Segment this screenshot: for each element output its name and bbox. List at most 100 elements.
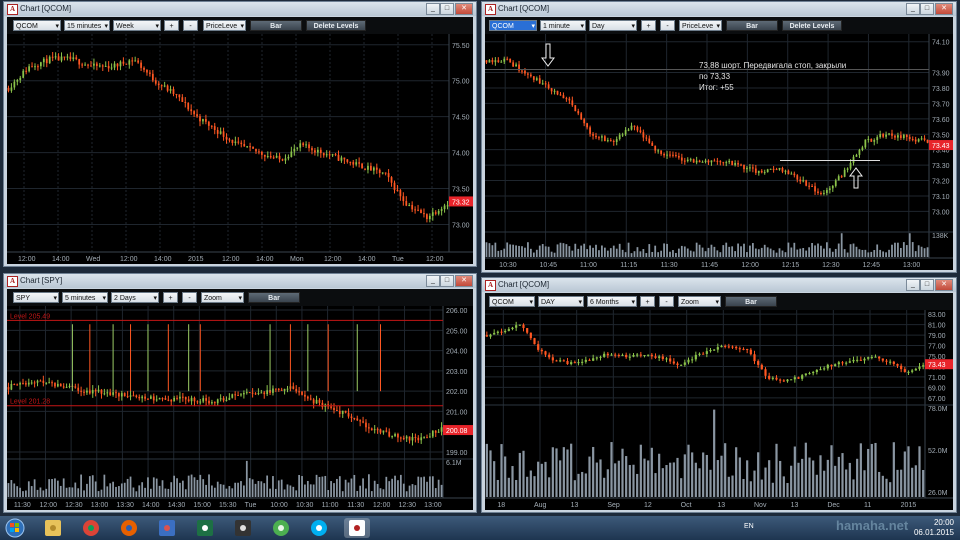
taskbar-app-explorer-folder[interactable]: [40, 518, 66, 538]
candle-body: [33, 382, 36, 384]
close-button[interactable]: ✕: [455, 3, 473, 15]
zoom-out-button[interactable]: -: [183, 20, 198, 31]
candle-body: [115, 392, 117, 394]
zoom-out-button[interactable]: -: [182, 292, 197, 303]
candle-body: [753, 354, 756, 362]
taskbar-app-firefox[interactable]: [116, 518, 142, 538]
symbol-select[interactable]: QCOM: [489, 296, 535, 307]
window-titlebar[interactable]: A Chart [QCOM] _ □ ✕: [482, 278, 956, 292]
candle-body: [588, 359, 591, 361]
candle-body: [158, 398, 161, 400]
bar-button[interactable]: Bar: [725, 296, 777, 307]
bar-button[interactable]: Bar: [248, 292, 300, 303]
close-button[interactable]: ✕: [935, 279, 953, 291]
zoom-out-button[interactable]: -: [659, 296, 674, 307]
mode-select[interactable]: Zoom: [201, 292, 244, 303]
language-indicator[interactable]: EN: [744, 523, 754, 530]
symbol-select[interactable]: QCOM: [489, 20, 537, 31]
volume-bar: [772, 250, 775, 257]
volume-bar: [45, 488, 48, 497]
zoom-in-button[interactable]: +: [163, 292, 178, 303]
candle-body: [831, 185, 834, 189]
period-select[interactable]: Week: [113, 20, 161, 31]
price-chart[interactable]: 83.0081.0079.0077.0075.0073.0071.0069.00…: [485, 310, 953, 510]
volume-bar: [903, 451, 906, 497]
window-titlebar[interactable]: A Chart [QCOM] _ □ ✕: [4, 2, 476, 16]
volume-bar: [592, 247, 594, 257]
time-tick-label: 12:15: [782, 262, 800, 269]
delete-levels-button[interactable]: Delete Levels: [306, 20, 366, 31]
window-titlebar[interactable]: A Chart [QCOM] _ □ ✕: [482, 2, 956, 16]
interval-select[interactable]: 5 minutes: [62, 292, 108, 303]
window-titlebar[interactable]: A Chart [SPY] _ □ ✕: [4, 274, 476, 288]
price-chart[interactable]: 206.00 205.00 204.00 203.00 202.00 201.00 199.…: [7, 306, 473, 510]
minimize-button[interactable]: _: [906, 279, 920, 291]
zoom-in-button[interactable]: +: [641, 20, 656, 31]
candle-body: [144, 396, 146, 399]
candle-body: [698, 353, 701, 355]
close-button[interactable]: ✕: [455, 275, 473, 287]
minimize-button[interactable]: _: [906, 3, 920, 15]
taskbar-app-chrome[interactable]: [78, 518, 104, 538]
maximize-button[interactable]: □: [440, 3, 454, 15]
candle-body: [589, 127, 591, 134]
volume-bar: [324, 475, 327, 497]
maximize-button[interactable]: □: [440, 275, 454, 287]
interval-select[interactable]: DAY: [538, 296, 584, 307]
delete-levels-button[interactable]: Delete Levels: [782, 20, 842, 31]
symbol-select[interactable]: QCOM: [13, 20, 61, 31]
candle-body: [680, 364, 683, 366]
system-clock[interactable]: 20:00 06.01.2015: [914, 518, 954, 538]
period-select[interactable]: 2 Days: [111, 292, 159, 303]
bar-button[interactable]: Bar: [250, 20, 302, 31]
symbol-select[interactable]: SPY: [13, 292, 59, 303]
chart-canvas[interactable]: 83.0081.0079.0077.0075.0073.0071.0069.00…: [485, 310, 953, 510]
volume-bar: [754, 248, 757, 257]
volume-bar: [33, 479, 36, 497]
mode-select[interactable]: PriceLeve: [203, 20, 246, 31]
candle-body: [509, 58, 512, 63]
candle-body: [28, 66, 30, 72]
bar-button[interactable]: Bar: [726, 20, 778, 31]
taskbar-app-excel[interactable]: [192, 518, 218, 538]
chart-canvas[interactable]: 206.00 205.00 204.00 203.00 202.00 201.00 199.…: [7, 306, 473, 510]
volume-bar: [799, 248, 802, 257]
chart-canvas[interactable]: 75.50 75.00 74.50 74.00 73.50 73.00 12:00 14:00…: [7, 34, 473, 264]
short-entry-arrow-icon: [541, 43, 555, 67]
volume-bar: [599, 459, 602, 497]
volume-bar: [280, 479, 283, 497]
volume-bar: [705, 454, 708, 497]
zoom-in-button[interactable]: +: [640, 296, 655, 307]
candle-body: [675, 155, 677, 157]
volume-bar: [618, 243, 621, 257]
taskbar-app-skype[interactable]: [306, 518, 332, 538]
zoom-in-button[interactable]: +: [164, 20, 179, 31]
clock-time: 20:00: [933, 518, 954, 527]
candle-body: [234, 394, 237, 396]
mode-select[interactable]: Zoom: [678, 296, 721, 307]
maximize-button[interactable]: □: [920, 3, 934, 15]
price-chart[interactable]: 75.50 75.00 74.50 74.00 73.50 73.00 12:00 14:00…: [7, 34, 473, 264]
period-select[interactable]: Day: [589, 20, 637, 31]
volume-bar: [353, 474, 356, 497]
minimize-button[interactable]: _: [426, 3, 440, 15]
minimize-button[interactable]: _: [426, 275, 440, 287]
close-button[interactable]: ✕: [935, 3, 953, 15]
interval-select[interactable]: 15 minutes: [64, 20, 110, 31]
price-chart[interactable]: 74.10 73.90 73.80 73.70 73.60 73.50 73.40 73.30…: [485, 34, 953, 270]
taskbar-app-save-disk[interactable]: [154, 518, 180, 538]
volume-bar: [583, 243, 586, 257]
candle-body: [240, 394, 242, 396]
volume-bar: [577, 473, 580, 497]
mode-select[interactable]: PriceLeve: [679, 20, 722, 31]
volume-bar: [485, 443, 488, 497]
taskbar-app-utorrent[interactable]: [268, 518, 294, 538]
period-select[interactable]: 6 Months: [587, 296, 637, 307]
interval-select[interactable]: 1 minute: [540, 20, 586, 31]
taskbar-app-atas-chart[interactable]: [344, 518, 370, 538]
taskbar-app-movie-clapper[interactable]: [230, 518, 256, 538]
candle-body: [834, 364, 837, 367]
maximize-button[interactable]: □: [920, 279, 934, 291]
zoom-out-button[interactable]: -: [660, 20, 675, 31]
start-button[interactable]: [4, 518, 26, 538]
